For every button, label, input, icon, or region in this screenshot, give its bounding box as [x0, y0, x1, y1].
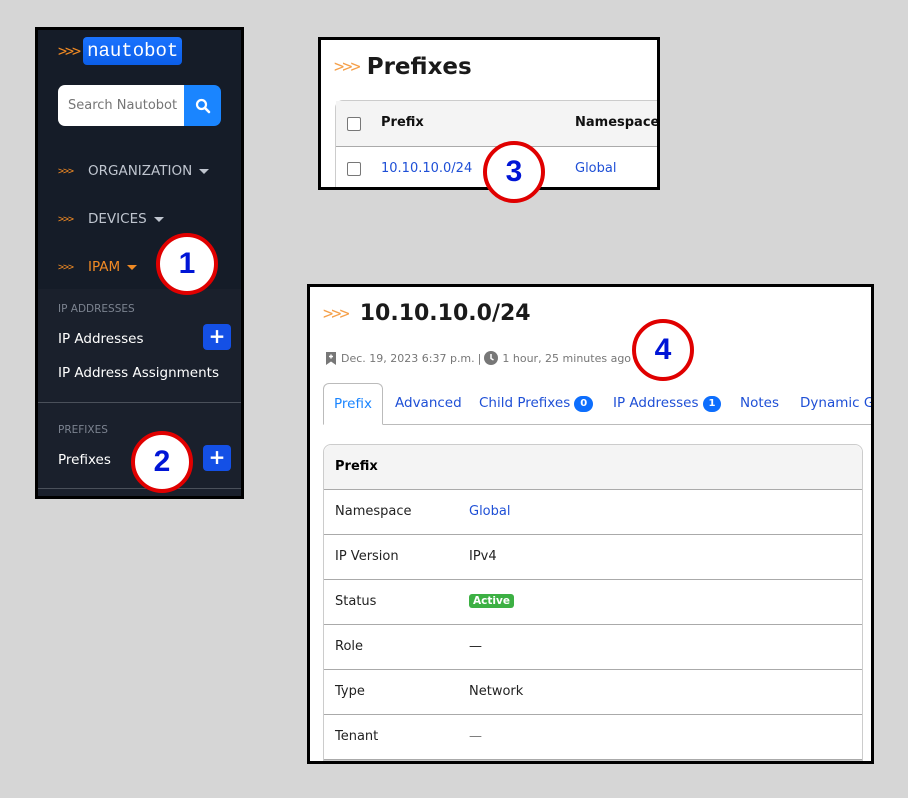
tab-prefix[interactable]: Prefix: [323, 383, 383, 425]
tab-label: IP Addresses: [613, 395, 699, 411]
tab-label: Notes: [740, 395, 779, 411]
namespace-link[interactable]: Global: [469, 504, 510, 519]
callout-3: 3: [483, 141, 545, 203]
page-title: Prefixes: [366, 54, 472, 80]
section-heading-ip-addresses: IP ADDRESSES: [58, 303, 135, 315]
search-input[interactable]: [58, 85, 184, 126]
add-prefix-button[interactable]: +: [203, 445, 231, 471]
page-header: >>> 10.10.10.0/24: [323, 301, 531, 326]
tab-label: Child Prefixes: [479, 395, 571, 411]
divider: [38, 402, 241, 403]
nautobot-logo[interactable]: >>> nautobot: [58, 37, 183, 65]
nav-group-label: ORGANIZATION: [88, 163, 193, 179]
count-badge: 0: [574, 396, 594, 412]
column-header-prefix[interactable]: Prefix: [381, 115, 424, 130]
callout-1: 1: [156, 233, 218, 295]
meta-separator: |: [477, 351, 482, 365]
attribute-value: —: [469, 639, 482, 654]
status-badge: Active: [469, 594, 514, 608]
attribute-row-type: Type Network: [324, 670, 862, 715]
nav-group-organization[interactable]: >>> ORGANIZATION: [58, 163, 210, 179]
attribute-label: Namespace: [335, 504, 412, 519]
tab-child-prefixes[interactable]: Child Prefixes 0: [479, 383, 594, 424]
page-title: 10.10.10.0/24: [359, 301, 531, 326]
callout-2: 2: [131, 431, 193, 493]
attribute-value: —: [469, 729, 482, 744]
attribute-row-role: Role —: [324, 625, 862, 670]
created-timestamp: Dec. 19, 2023 6:37 p.m.: [341, 351, 475, 365]
search-form: [58, 85, 221, 126]
nav-group-devices[interactable]: >>> DEVICES: [58, 211, 164, 227]
caret-down-icon: [127, 264, 138, 270]
tab-label: Prefix: [334, 396, 372, 412]
attribute-label: Status: [335, 594, 377, 609]
tab-label: Advanced: [395, 395, 462, 411]
chevrons-icon: >>>: [58, 165, 74, 177]
divider: [38, 488, 241, 489]
nav-group-label: DEVICES: [88, 211, 147, 227]
attribute-label: IP Version: [335, 549, 399, 564]
tab-ip-addresses[interactable]: IP Addresses 1: [613, 383, 722, 424]
nav-group-label: IPAM: [88, 259, 121, 275]
prefix-attributes-card: Prefix Namespace Global IP Version IPv4 …: [323, 444, 863, 761]
attribute-label: Type: [335, 684, 365, 699]
attribute-label: Role: [335, 639, 364, 654]
attribute-row-status: Status Active: [324, 580, 862, 625]
select-all-checkbox[interactable]: [347, 117, 361, 131]
attribute-row-ip-version: IP Version IPv4: [324, 535, 862, 580]
namespace-link[interactable]: Global: [575, 161, 616, 176]
caret-down-icon: [153, 216, 164, 222]
menu-item-prefixes[interactable]: Prefixes: [58, 452, 111, 468]
chevrons-icon: >>>: [334, 57, 361, 77]
chevrons-icon: >>>: [58, 261, 74, 273]
add-ip-address-button[interactable]: +: [203, 324, 231, 350]
card-title: Prefix: [324, 445, 862, 490]
clock-icon: [484, 351, 499, 365]
nav-group-ipam[interactable]: >>> IPAM: [58, 259, 138, 275]
attribute-value: IPv4: [469, 549, 497, 564]
updated-timestamp: 1 hour, 25 minutes ago: [502, 351, 632, 365]
table-header: Prefix Namespace: [336, 101, 657, 147]
logo-chevrons: >>>: [58, 42, 81, 60]
chevrons-icon: >>>: [323, 303, 350, 324]
attribute-row-tenant: Tenant —: [324, 715, 862, 760]
tab-dynamic-groups[interactable]: Dynamic Gr: [800, 383, 874, 424]
chevrons-icon: >>>: [58, 213, 74, 225]
attribute-value: Network: [469, 684, 524, 699]
logo-text: nautobot: [83, 37, 183, 65]
tab-advanced[interactable]: Advanced: [395, 383, 462, 424]
attribute-row-namespace: Namespace Global: [324, 490, 862, 535]
caret-down-icon: [199, 168, 210, 174]
page-header: >>> Prefixes: [334, 54, 472, 80]
object-metadata: Dec. 19, 2023 6:37 p.m. | 1 hour, 25 min…: [326, 351, 631, 365]
tab-bar: Prefix Advanced Child Prefixes 0 IP Addre…: [323, 383, 874, 425]
tab-label: Dynamic Gr: [800, 395, 874, 411]
count-badge: 1: [702, 396, 722, 412]
menu-item-ip-address-assignments[interactable]: IP Address Assignments: [58, 365, 219, 381]
row-checkbox[interactable]: [347, 162, 361, 176]
attribute-label: Tenant: [335, 729, 379, 744]
prefix-detail-panel: >>> 10.10.10.0/24 Dec. 19, 2023 6:37 p.m…: [307, 284, 874, 764]
bookmark-icon: [326, 351, 336, 365]
callout-4: 4: [632, 319, 694, 381]
search-button[interactable]: [184, 85, 221, 126]
search-icon: [195, 98, 210, 113]
section-heading-prefixes: PREFIXES: [58, 424, 108, 436]
menu-item-ip-addresses[interactable]: IP Addresses: [58, 331, 144, 347]
prefix-link[interactable]: 10.10.10.0/24: [381, 161, 472, 176]
column-header-namespace[interactable]: Namespace: [575, 115, 657, 130]
tab-notes[interactable]: Notes: [740, 383, 779, 424]
